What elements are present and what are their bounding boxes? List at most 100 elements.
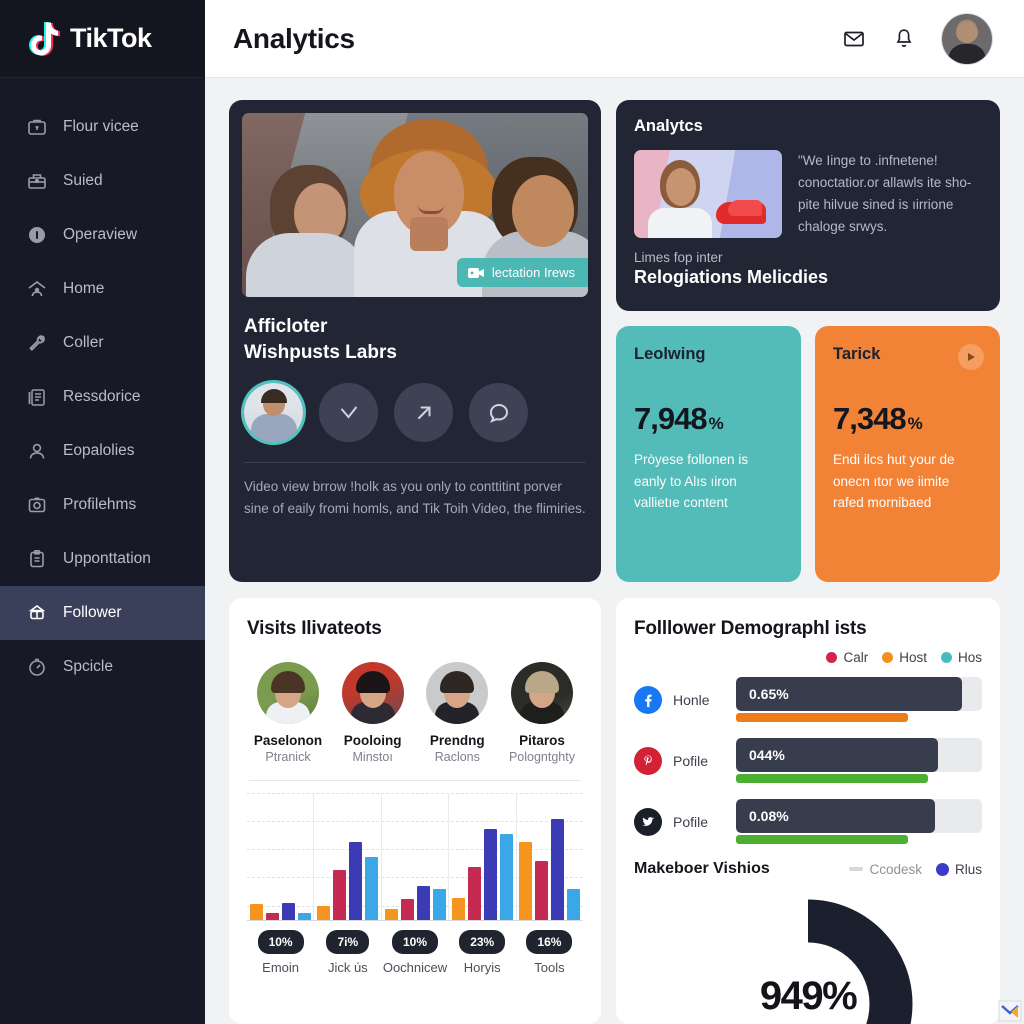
sidebar-item-coller[interactable]: Coller bbox=[0, 316, 205, 370]
sidebar-item-label: Upponttation bbox=[63, 550, 151, 567]
bar-orange[interactable] bbox=[250, 904, 264, 921]
dashboard-content: lectation Irews Afficloter Wishpusts Lab… bbox=[205, 78, 1024, 1024]
progress-underbar bbox=[736, 713, 909, 722]
sidebar-item-upponttation[interactable]: Upponttation bbox=[0, 532, 205, 586]
table-row[interactable]: Pofile 0.08% bbox=[634, 799, 982, 844]
analytics-card: Analytcs "We Iinge to .infnetene! conoct… bbox=[616, 100, 1000, 311]
video-badge[interactable]: lectation Irews bbox=[456, 258, 588, 287]
stat-unit: % bbox=[907, 414, 923, 433]
video-description: Video view brrow !holk as you only to co… bbox=[244, 479, 586, 517]
percent-pill: 10% bbox=[391, 930, 439, 954]
analytics-card-quote: "We Iinge to .infnetene! conoctatior.or … bbox=[798, 153, 972, 234]
comment-action-button[interactable] bbox=[469, 383, 528, 443]
camera-id-icon bbox=[26, 494, 48, 516]
video-thumbnail[interactable]: lectation Irews bbox=[242, 113, 588, 297]
progress-value: 0.65% bbox=[749, 686, 789, 702]
donut-header: Makeboer Vishios Ccodesk Rlus bbox=[634, 860, 982, 878]
page-corner-icon[interactable] bbox=[998, 1000, 1022, 1022]
divider bbox=[249, 780, 581, 781]
brand-logo-area[interactable]: TikTok bbox=[0, 0, 205, 78]
stat-row: Leolwing 7,948% Pròyese follonen is eanl… bbox=[616, 326, 1000, 582]
x-label-group: 7i% Jick ús bbox=[314, 930, 381, 975]
video-title-line2: Wishpusts Labrs bbox=[244, 341, 397, 363]
bar-skyblue[interactable] bbox=[365, 857, 379, 921]
legend-dot-icon bbox=[882, 652, 894, 663]
toolbox-icon bbox=[26, 170, 48, 192]
sidebar-item-eopalolies[interactable]: Eopalolies bbox=[0, 424, 205, 478]
stat-number: 7,948 bbox=[634, 401, 708, 436]
check-action-button[interactable] bbox=[319, 383, 378, 443]
person-center-neck bbox=[410, 217, 448, 251]
bar-indigo[interactable] bbox=[282, 903, 296, 921]
visitor-name: Pooloing bbox=[343, 733, 402, 748]
video-card: lectation Irews Afficloter Wishpusts Lab… bbox=[229, 100, 601, 582]
bar-indigo[interactable] bbox=[416, 886, 430, 921]
creator-avatar[interactable] bbox=[244, 383, 303, 443]
list-item[interactable]: Prendng Raclons bbox=[418, 662, 496, 764]
avatar-hair bbox=[440, 671, 475, 693]
table-row[interactable]: Honle 0.65% bbox=[634, 677, 982, 722]
demographics-legend: Calr Host Hos bbox=[634, 650, 982, 665]
x-tick-label: Jick ús bbox=[327, 960, 368, 975]
bar-crimson[interactable] bbox=[400, 899, 414, 921]
x-tick-label: Horyis bbox=[463, 960, 501, 975]
bar-indigo[interactable] bbox=[550, 818, 564, 921]
clipboard-icon bbox=[26, 548, 48, 570]
bar-crimson[interactable] bbox=[467, 867, 481, 921]
play-circle-icon[interactable] bbox=[958, 344, 984, 370]
sidebar-item-home[interactable]: Home bbox=[0, 262, 205, 316]
bar-indigo[interactable] bbox=[483, 828, 497, 921]
legend-dash-icon bbox=[849, 867, 864, 871]
sidebar-item-profilehms[interactable]: Profilehms bbox=[0, 478, 205, 532]
bar-orange[interactable] bbox=[451, 897, 465, 921]
visitor-role: Raclons bbox=[434, 750, 480, 764]
chart-x-labels: 10% Emoin 7i% Jick ús 10% Oochnicew 23% Horyis 1… bbox=[247, 930, 583, 975]
stat-card-leolwing[interactable]: Leolwing 7,948% Pròyese follonen is eanl… bbox=[616, 326, 801, 582]
sidebar-item-ressdorice[interactable]: Ressdorice bbox=[0, 370, 205, 424]
sidebar-item-suied[interactable]: Suied bbox=[0, 154, 205, 208]
legend-dot-icon bbox=[826, 652, 838, 663]
percent-pill: 23% bbox=[459, 930, 506, 954]
stat-card-tarick[interactable]: Tarick 7,348% Endi ilcs hut your de onec… bbox=[815, 326, 1000, 582]
legend-dot-icon bbox=[935, 862, 949, 876]
bar-crimson[interactable] bbox=[534, 860, 548, 921]
bar-orange[interactable] bbox=[317, 905, 331, 921]
list-item[interactable]: Paselonon Ptranick bbox=[249, 662, 327, 764]
bar-orange[interactable] bbox=[518, 841, 532, 921]
list-item[interactable]: Pitaros Pologntghty bbox=[503, 662, 581, 764]
mail-icon[interactable] bbox=[842, 27, 866, 51]
sidebar-item-label: Operaview bbox=[63, 226, 138, 243]
avatar[interactable] bbox=[942, 13, 992, 64]
progress-fill: 0.65% bbox=[736, 677, 963, 711]
bar-skyblue[interactable] bbox=[499, 833, 513, 921]
twitter-icon bbox=[634, 807, 662, 836]
progress-value: 0.08% bbox=[749, 808, 789, 824]
sidebar-item-follower[interactable]: Follower bbox=[0, 586, 205, 640]
bell-icon[interactable] bbox=[892, 27, 916, 51]
stat-number: 7,348 bbox=[833, 401, 907, 436]
list-item[interactable]: Pooloing Minstoı bbox=[334, 662, 412, 764]
legend-label: Rlus bbox=[954, 861, 982, 877]
sidebar-item-label: Home bbox=[63, 280, 105, 297]
creator-shoe-thumbnail[interactable] bbox=[634, 150, 782, 238]
thumb-shoe-highlight bbox=[728, 200, 762, 216]
stat-unit: % bbox=[708, 414, 724, 433]
bar-skyblue[interactable] bbox=[566, 889, 580, 921]
sidebar-item-operaview[interactable]: Operaview bbox=[0, 208, 205, 262]
stopwatch-icon bbox=[26, 656, 48, 678]
topbar: Analytics bbox=[205, 0, 1024, 78]
visitor-name: Paselonon bbox=[253, 733, 323, 748]
analytics-card-headline: Relogiations Melicdies bbox=[634, 267, 829, 287]
sidebar-item-label: Ressdorice bbox=[63, 388, 141, 405]
visitor-avatar-4 bbox=[510, 662, 573, 724]
share-action-button[interactable] bbox=[394, 383, 453, 443]
bar-crimson[interactable] bbox=[333, 869, 347, 921]
table-row[interactable]: Pofile 044% bbox=[634, 738, 982, 783]
sidebar-item-flour-vicee[interactable]: Flour vicee bbox=[0, 100, 205, 154]
sidebar-item-spcicle[interactable]: Spcicle bbox=[0, 640, 205, 694]
bar-indigo[interactable] bbox=[349, 841, 363, 921]
stat-description: Pròyese follonen is eanly to Alıs ıiron … bbox=[634, 452, 749, 511]
avatar-hair bbox=[524, 671, 559, 693]
sidebar-item-label: Suied bbox=[63, 172, 103, 189]
bar-skyblue[interactable] bbox=[432, 889, 446, 921]
